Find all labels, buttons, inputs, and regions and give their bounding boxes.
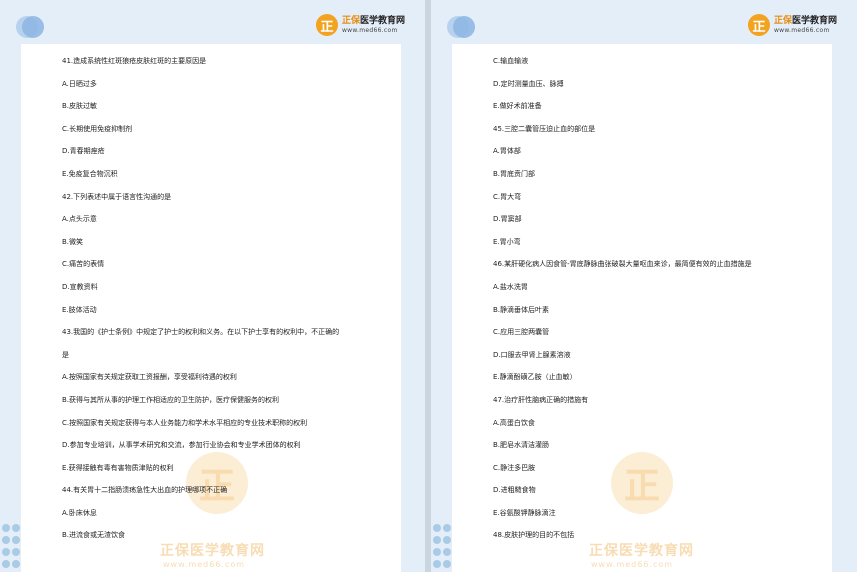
brand-logo: 正 正保医学教育网 www.med66.com	[315, 12, 405, 38]
text-line: B.肥皂水清洁灌肠	[493, 441, 550, 450]
text-line: A.点头示意	[62, 215, 97, 224]
text-line: A.高蛋白饮食	[493, 418, 535, 427]
text-line: A.卧床休息	[62, 508, 97, 517]
text-line: D.定时测量血压、脉搏	[493, 79, 564, 88]
text-line: A.胃体部	[493, 147, 521, 156]
brand-logo: 正 正保医学教育网 www.med66.com	[747, 12, 837, 38]
question-text: C.输血输液 D.定时测量血压、脉搏 E.做好术前准备 45.三腔二囊管压迫止血…	[493, 55, 847, 552]
brand-name: 正保医学教育网	[773, 15, 837, 26]
text-line: E.获得接触有毒有害物质津贴的权利	[62, 463, 174, 472]
corner-dots	[431, 512, 451, 572]
question-text: 41.造成系统性红斑狼疮皮肤红斑的主要原因是 A.日晒过多 B.皮肤过敏 C.长…	[62, 55, 415, 552]
text-line: B.皮肤过敏	[62, 102, 98, 111]
brand-logo-icon: 正	[315, 14, 338, 36]
page-left: 正 正保医学教育网 www.med66.com 正 正保医学教育网 www.me…	[0, 0, 425, 572]
text-line: A.盐水洗胃	[493, 282, 528, 291]
text-line: E.免疫复合物沉积	[62, 169, 118, 178]
text-line: D.青春期痤疮	[62, 147, 105, 156]
text-line: C.按照国家有关规定获得与本人业务能力和学术水平相应的专业技术职称的权利	[62, 418, 308, 427]
text-line: 45.三腔二囊管压迫止血的部位是	[493, 124, 596, 133]
brand-name: 正保医学教育网	[341, 15, 405, 26]
text-line: A.日晒过多	[62, 79, 97, 88]
text-line: 48.皮肤护理的目的不包括	[493, 531, 575, 540]
brand-logo-icon: 正	[747, 14, 770, 36]
text-line: B.微笑	[62, 237, 84, 246]
text-line: C.静注多巴胺	[493, 463, 536, 472]
document-viewer: 正 正保医学教育网 www.med66.com 正 正保医学教育网 www.me…	[0, 0, 857, 572]
header-decoration	[447, 16, 477, 40]
text-line: E.做好术前准备	[493, 102, 542, 111]
brand-url: www.med66.com	[341, 26, 398, 34]
text-line: D.参加专业培训，从事学术研究和交流，参加行业协会和专业学术团体的权利	[62, 441, 301, 450]
text-line: C.应用三腔两囊管	[493, 328, 550, 337]
text-line: 43.我国的《护士条例》中规定了护士的权利和义务。在以下护士享有的权利中，不正确…	[62, 328, 340, 337]
text-line: B.获得与其所从事的护理工作相适应的卫生防护，医疗保健服务的权利	[62, 395, 280, 404]
text-line: B.进流食或无渣饮食	[62, 531, 126, 540]
text-line: A.按照国家有关规定获取工资报酬，享受福利待遇的权利	[62, 373, 237, 382]
text-line: B.胃底贲门部	[493, 169, 536, 178]
text-line: C.痛苦的表情	[62, 260, 105, 269]
text-line: D.宣教资料	[62, 282, 98, 291]
brand-url: www.med66.com	[773, 26, 830, 34]
text-line: 42.下列表述中属于语言性沟通的是	[62, 192, 172, 201]
text-line: 44.有关胃十二指肠溃疡急性大出血的护理哪项不正确	[62, 486, 228, 495]
text-line: 47.治疗肝性脑病正确的措施有	[493, 395, 589, 404]
text-line: B.静滴垂体后叶素	[493, 305, 550, 314]
watermark-url: www.med66.com	[163, 560, 246, 569]
text-line: D.口服去甲肾上腺素溶液	[493, 350, 571, 359]
text-line: D.胃窦部	[493, 215, 522, 224]
text-line: D.进粗糙食物	[493, 486, 536, 495]
text-line: C.长期使用免疫抑制剂	[62, 124, 133, 133]
corner-dots	[0, 512, 20, 572]
text-line: C.胃大弯	[493, 192, 522, 201]
text-line: 是	[62, 350, 69, 359]
text-line: 41.造成系统性红斑狼疮皮肤红斑的主要原因是	[62, 57, 207, 65]
page-right: 正 正保医学教育网 www.med66.com 正 正保医学教育网 www.me…	[431, 0, 857, 572]
text-line: E.谷氨酸钾静脉滴注	[493, 508, 556, 517]
text-line: E.肢体活动	[62, 305, 97, 314]
text-line: 46.某肝硬化病人因食管-胃底静脉曲张破裂大量呕血来诊，最简便有效的止血措施是	[493, 260, 752, 269]
text-line: E.静滴酚磺乙胺（止血敏）	[493, 373, 577, 382]
watermark-url: www.med66.com	[591, 560, 674, 569]
text-line: E.胃小弯	[493, 237, 521, 246]
header-decoration	[16, 16, 46, 40]
text-line: C.输血输液	[493, 57, 529, 65]
